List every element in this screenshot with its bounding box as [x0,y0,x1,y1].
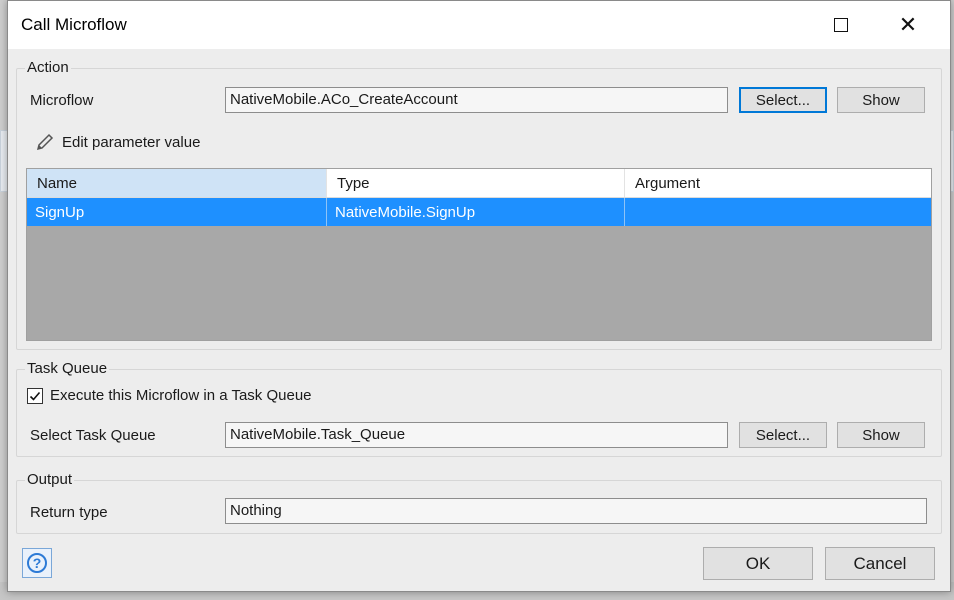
edit-parameter-button[interactable]: Edit parameter value [34,131,200,153]
execute-label: Execute this Microflow in a Task Queue [50,387,312,404]
param-type-cell: NativeMobile.SignUp [327,198,625,226]
return-type-label: Return type [30,504,108,521]
microflow-field[interactable]: NativeMobile.ACo_CreateAccount [225,87,728,113]
maximize-button[interactable] [821,9,861,41]
task-queue-select-button[interactable]: Select... [739,422,827,448]
help-button[interactable]: ? [22,548,52,578]
cancel-button[interactable]: Cancel [825,547,935,580]
task-queue-field[interactable]: NativeMobile.Task_Queue [225,422,728,448]
dialog-title: Call Microflow [21,15,127,34]
close-button[interactable]: ✕ [888,9,928,41]
microflow-label: Microflow [30,92,94,109]
execute-in-task-queue-option[interactable]: Execute this Microflow in a Task Queue [27,387,312,404]
microflow-select-button[interactable]: Select... [739,87,827,113]
close-icon: ✕ [898,12,918,37]
parameters-table: Name Type Argument SignUp NativeMobile.S… [26,168,932,341]
ok-button[interactable]: OK [703,547,813,580]
action-group-label: Action [25,59,71,76]
column-header-argument[interactable]: Argument [625,169,931,197]
pencil-icon [34,131,56,153]
output-group-label: Output [25,471,75,488]
call-microflow-dialog: Call Microflow ✕ Action Microflow Native… [7,0,951,592]
column-header-type[interactable]: Type [327,169,625,197]
task-queue-group-label: Task Queue [25,360,110,377]
column-header-name[interactable]: Name [27,169,327,197]
help-icon: ? [27,553,47,573]
title-bar: Call Microflow ✕ [8,1,950,49]
table-header: Name Type Argument [27,169,931,198]
task-queue-show-button[interactable]: Show [837,422,925,448]
return-type-field: Nothing [225,498,927,524]
select-task-queue-label: Select Task Queue [30,427,156,444]
maximize-icon [834,18,848,32]
param-name-cell: SignUp [27,198,327,226]
edit-parameter-label: Edit parameter value [62,133,201,151]
table-row[interactable]: SignUp NativeMobile.SignUp [27,198,931,226]
param-argument-cell[interactable] [625,198,931,226]
microflow-show-button[interactable]: Show [837,87,925,113]
execute-checkbox[interactable] [27,387,43,404]
checkmark-icon [29,391,41,401]
